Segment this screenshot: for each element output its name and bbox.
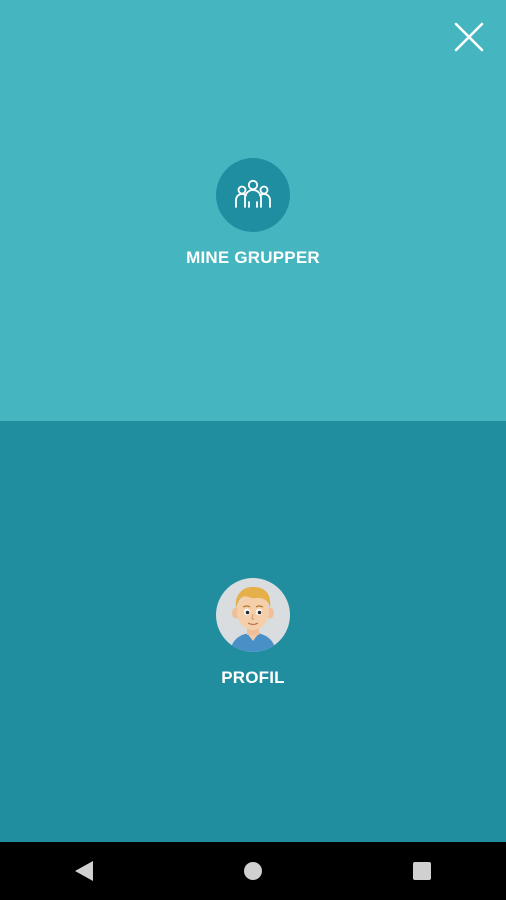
my-groups-label: MINE GRUPPER [186, 248, 320, 267]
avatar [216, 578, 290, 652]
groups-icon-circle [216, 158, 290, 232]
back-icon [75, 861, 94, 881]
avatar-face-icon [230, 586, 276, 652]
back-button[interactable] [54, 842, 114, 900]
close-icon [454, 22, 484, 52]
recent-apps-button[interactable] [392, 842, 452, 900]
recent-apps-icon [412, 862, 431, 880]
my-groups-button[interactable]: MINE GRUPPER [0, 158, 506, 268]
close-button[interactable] [452, 20, 486, 54]
profile-button[interactable]: PROFIL [0, 578, 506, 688]
system-navigation-bar [0, 842, 506, 900]
profile-label: PROFIL [221, 668, 285, 687]
profile-panel[interactable]: PROFIL [0, 421, 506, 842]
home-icon [243, 862, 262, 880]
groups-panel[interactable]: MINE GRUPPER [0, 0, 506, 421]
home-button[interactable] [223, 842, 283, 900]
groups-icon [235, 179, 271, 208]
